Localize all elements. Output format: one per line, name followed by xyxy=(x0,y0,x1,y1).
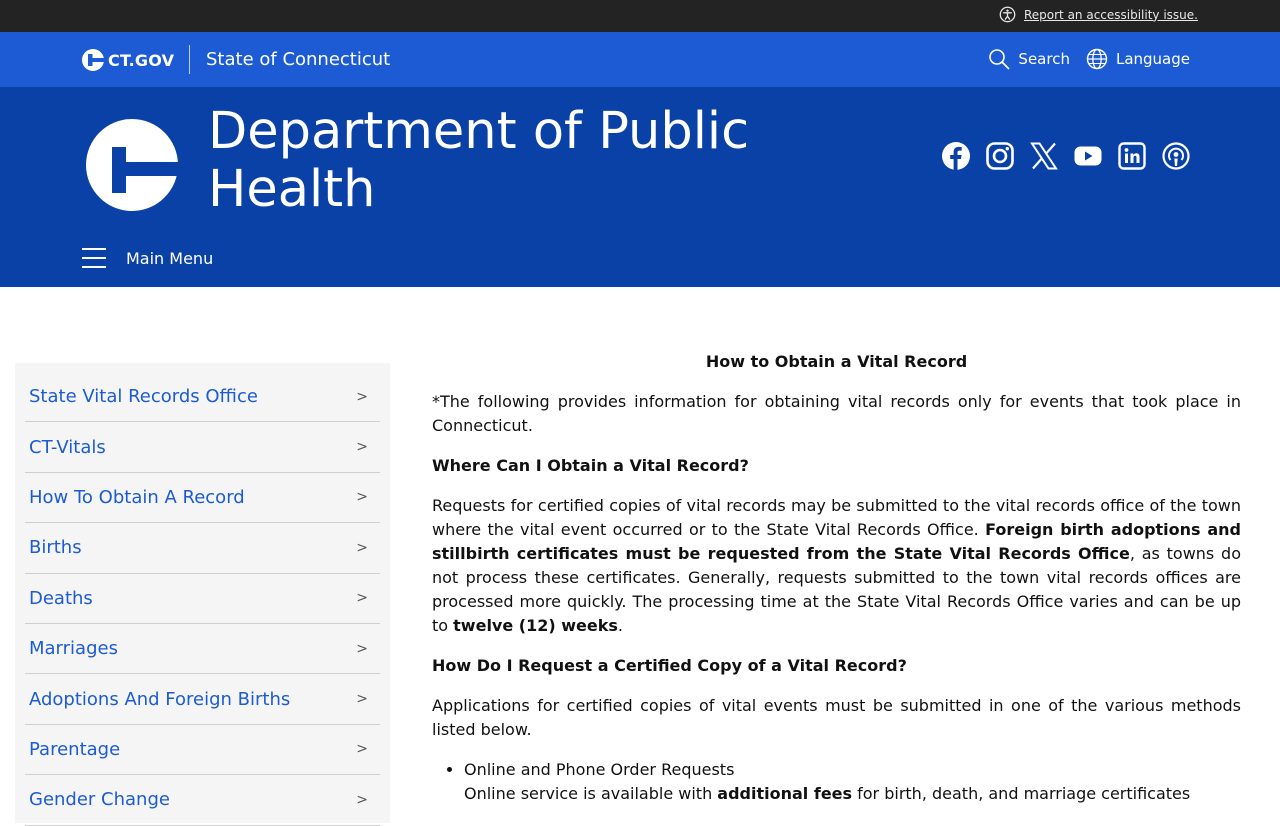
language-button[interactable]: Language xyxy=(1086,48,1190,70)
question-where: Where Can I Obtain a Vital Record? xyxy=(432,456,749,475)
search-button[interactable]: Search xyxy=(988,48,1070,70)
sidebar-item-label: State Vital Records Office xyxy=(29,386,258,408)
content-heading: How to Obtain a Vital Record xyxy=(705,352,968,371)
state-name[interactable]: State of Connecticut xyxy=(206,49,390,70)
chevron-right-icon: > xyxy=(356,489,368,506)
header-divider xyxy=(189,45,190,74)
chevron-right-icon: > xyxy=(356,691,368,708)
where-text-c: . xyxy=(617,616,623,635)
main-menu-label: Main Menu xyxy=(126,248,214,268)
chevron-right-icon: > xyxy=(356,439,368,456)
chevron-right-icon: > xyxy=(356,388,368,405)
list-item-title: Online and Phone Order Requests xyxy=(464,760,735,779)
sidebar-item-label: Deaths xyxy=(29,587,93,609)
x-icon[interactable] xyxy=(1030,142,1058,170)
accessibility-icon xyxy=(999,6,1016,23)
header-utilities: Search Language xyxy=(988,48,1190,70)
ct-gov-header: CT.GOV State of Connecticut Search Langu… xyxy=(0,32,1280,87)
search-label: Search xyxy=(1018,50,1070,68)
accessibility-report[interactable]: Report an accessibility issue. xyxy=(999,6,1198,23)
where-text-bold-2: twelve (12) weeks xyxy=(453,616,618,635)
methods-list: Online and Phone Order Requests Online s… xyxy=(464,758,1241,806)
ct-seal-logo[interactable] xyxy=(86,119,178,211)
list-item-sub-b: for birth, death, and marriage certifica… xyxy=(852,784,1191,803)
podcast-icon[interactable] xyxy=(1162,142,1190,170)
youtube-icon[interactable] xyxy=(1074,142,1102,170)
sidebar-item-deaths[interactable]: Deaths > xyxy=(25,574,380,624)
sidebar-item-gender-change[interactable]: Gender Change > xyxy=(25,775,380,826)
sidebar-item-how-to-obtain-a-record[interactable]: How To Obtain A Record > xyxy=(25,473,380,524)
main-menu-button[interactable]: Main Menu xyxy=(82,247,213,269)
sidebar-item-label: Adoptions And Foreign Births xyxy=(29,688,291,710)
sidebar-item-label: How To Obtain A Record xyxy=(29,486,245,508)
list-item: Online and Phone Order Requests Online s… xyxy=(464,758,1241,806)
how-paragraph: Applications for certified copies of vit… xyxy=(432,696,1241,739)
sidebar-item-label: Births xyxy=(29,537,82,559)
where-paragraph: Requests for certified copies of vital r… xyxy=(432,494,1241,638)
ct-gov-logo-text: CT.GOV xyxy=(108,50,175,70)
intro-paragraph: *The following provides information for … xyxy=(432,392,1241,435)
language-label: Language xyxy=(1115,50,1190,68)
chevron-right-icon: > xyxy=(356,539,368,556)
facebook-icon[interactable] xyxy=(942,142,970,170)
social-links xyxy=(942,142,1190,170)
sidebar-item-label: CT-Vitals xyxy=(29,436,106,458)
ct-logo-icon xyxy=(82,49,104,71)
instagram-icon[interactable] xyxy=(986,142,1014,170)
linkedin-icon[interactable] xyxy=(1118,142,1146,170)
ct-gov-logo[interactable]: CT.GOV xyxy=(82,49,174,71)
sidebar-item-adoptions-and-foreign-births[interactable]: Adoptions And Foreign Births > xyxy=(25,674,380,725)
agency-header: Department of Public Health Main Menu xyxy=(0,87,1280,287)
search-icon xyxy=(989,49,1010,70)
hamburger-icon xyxy=(82,248,106,268)
sidebar-item-label: Marriages xyxy=(29,638,118,660)
chevron-right-icon: > xyxy=(356,640,368,657)
main-content: How to Obtain a Vital Record *The follow… xyxy=(432,350,1241,806)
sidebar-item-births[interactable]: Births > xyxy=(25,523,380,574)
sidebar-item-parentage[interactable]: Parentage > xyxy=(25,725,380,776)
sidebar-item-state-vital-records-office[interactable]: State Vital Records Office > xyxy=(25,372,380,423)
sidebar-item-label: Parentage xyxy=(29,738,121,760)
chevron-right-icon: > xyxy=(356,741,368,758)
list-item-sub-bold: additional fees xyxy=(717,784,853,803)
page-title: Department of Public Health xyxy=(208,102,750,219)
globe-icon xyxy=(1086,48,1108,70)
section-sidebar-nav: State Vital Records Office > CT-Vitals >… xyxy=(15,363,390,826)
sidebar-item-ct-vitals[interactable]: CT-Vitals > xyxy=(25,422,380,473)
question-how: How Do I Request a Certified Copy of a V… xyxy=(432,656,907,675)
chevron-right-icon: > xyxy=(356,590,368,607)
accessibility-link[interactable]: Report an accessibility issue. xyxy=(1024,8,1198,22)
sidebar-item-marriages[interactable]: Marriages > xyxy=(25,624,380,675)
list-item-sub-a: Online service is available with xyxy=(464,784,718,803)
utility-bar: Report an accessibility issue. xyxy=(0,0,1280,32)
